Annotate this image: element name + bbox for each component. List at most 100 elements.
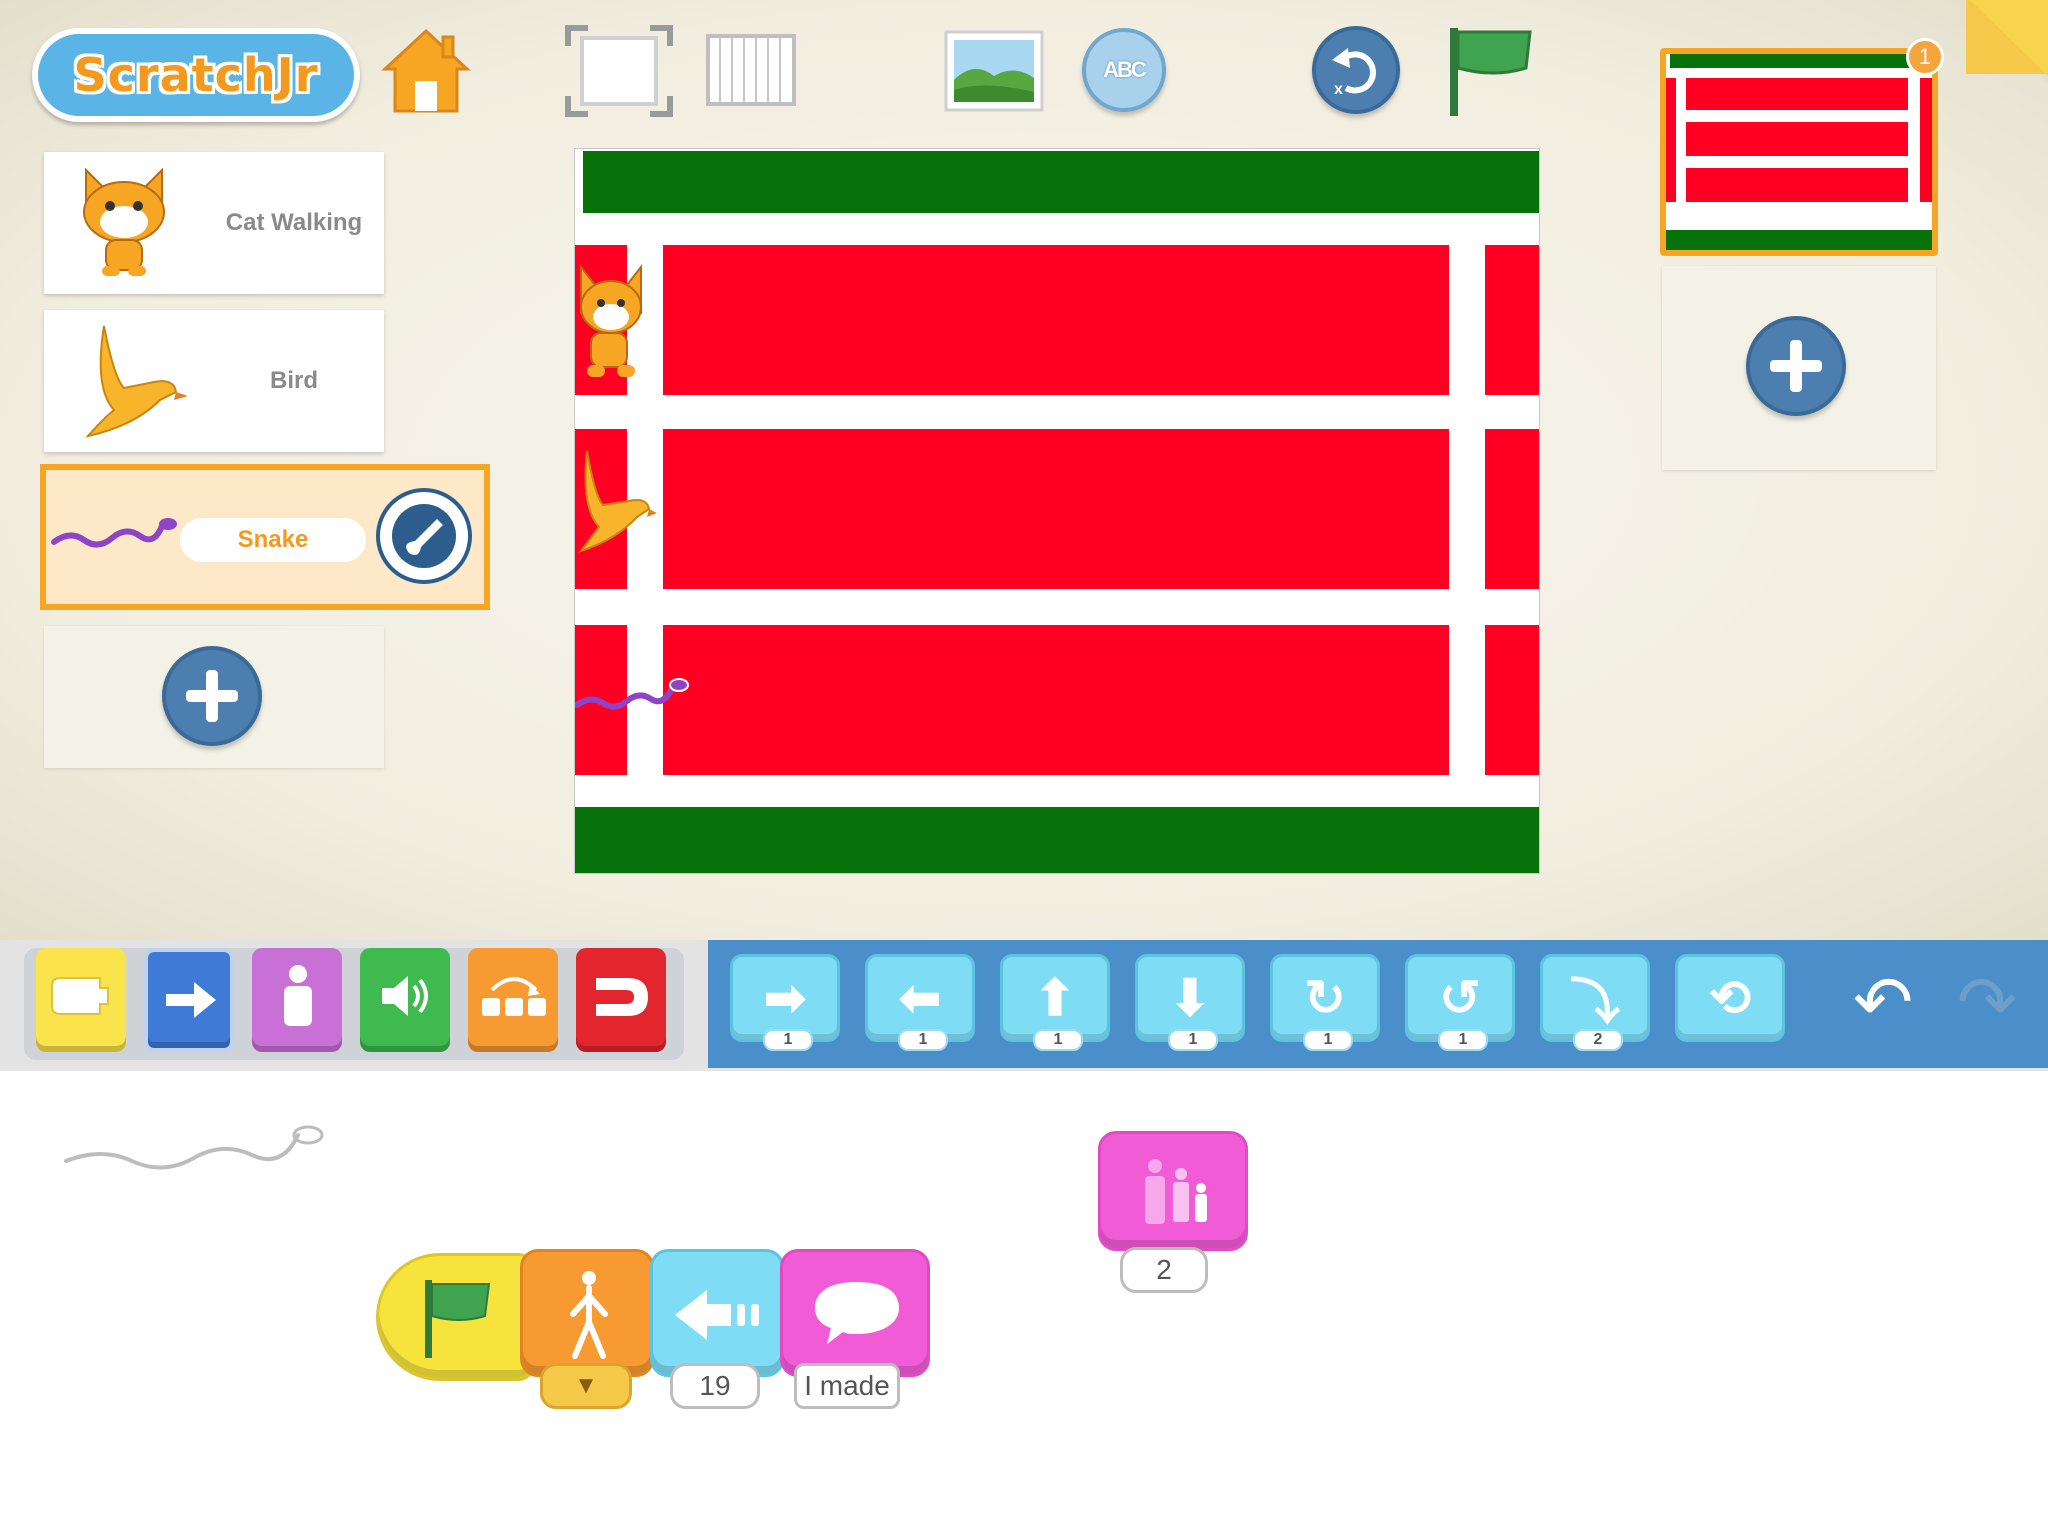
snake-icon (51, 518, 177, 548)
stage[interactable] (574, 148, 1540, 874)
grow-block[interactable] (1098, 1131, 1248, 1251)
add-page-button[interactable] (1746, 316, 1846, 416)
add-sprite-button[interactable] (162, 646, 262, 746)
person-icon (284, 965, 312, 1026)
speed-dropdown[interactable]: ▼ (540, 1363, 632, 1409)
stage-bird-sprite[interactable] (577, 447, 657, 557)
undo-button[interactable]: ↶ (1838, 954, 1928, 1050)
walking-person-icon (570, 1271, 608, 1359)
say-param[interactable]: I made (794, 1363, 900, 1409)
grow-param[interactable]: 2 (1120, 1247, 1208, 1293)
stage-snake-sprite[interactable] (575, 673, 695, 717)
change-background-button[interactable] (944, 30, 1044, 112)
stage-top-stripe (583, 151, 1539, 213)
reset-characters-button[interactable]: x (1312, 26, 1400, 114)
end-block-icon (596, 978, 648, 1016)
script-area[interactable]: 2 ▼ 19 I made (0, 1068, 2048, 1539)
arrow-right-icon (166, 982, 216, 1018)
turn-left-block[interactable]: ↺ 1 (1405, 954, 1515, 1051)
move-down-block[interactable]: ⬇ 1 (1135, 954, 1245, 1051)
sprite-card-cat[interactable]: Cat Walking (44, 152, 384, 294)
category-motion[interactable] (144, 948, 234, 1052)
block-param: 1 (1033, 1029, 1083, 1051)
green-flag-icon (425, 1280, 491, 1358)
go-home-block[interactable]: ⟲ (1675, 954, 1785, 1042)
stage-red-block (663, 245, 1449, 395)
category-triggering[interactable] (36, 948, 126, 1052)
grid-button[interactable] (706, 34, 796, 106)
category-looks[interactable] (252, 948, 342, 1052)
block-param: 2 (1573, 1029, 1623, 1051)
green-flag-start-block[interactable] (376, 1253, 536, 1381)
trigger-block-icon (51, 977, 109, 1015)
block-param: 1 (898, 1029, 948, 1051)
say-block[interactable] (780, 1249, 930, 1377)
home-button[interactable] (378, 22, 474, 118)
stage-editor-area: ScratchJr ABC x Cat Walking Bird Snake 1 (0, 0, 2048, 940)
redo-button[interactable]: ↷ (1942, 954, 2032, 1050)
presentation-mode-button[interactable] (564, 24, 674, 118)
change-background-icon (944, 30, 1044, 112)
paint-editor-button[interactable] (376, 488, 472, 584)
paintbrush-icon (392, 504, 456, 568)
move-left-block[interactable]: ⬅ 1 (865, 954, 975, 1051)
sprite-card-snake[interactable]: Snake (40, 464, 490, 610)
bird-icon (85, 325, 188, 438)
speech-bubble-icon (815, 1282, 899, 1344)
hop-block[interactable]: ⤵ 2 (1540, 954, 1650, 1051)
stage-red-block (1485, 625, 1539, 775)
move-down-icon: ⬇ (1169, 970, 1211, 1026)
category-bar (0, 940, 708, 1068)
page-thumbnail[interactable] (1660, 48, 1938, 256)
move-left-block[interactable] (650, 1249, 784, 1377)
control-icon (482, 977, 546, 1016)
corner-fold (1966, 0, 2048, 82)
block-palette: ➡ 1 ⬅ 1 ⬆ 1 ⬇ 1 ↻ 1 ↺ 1 ⤵ 2 ⟲ ↶ ↷ (708, 940, 2048, 1068)
svg-text:x: x (1334, 81, 1343, 98)
speaker-icon (382, 976, 428, 1016)
category-tray (24, 948, 684, 1060)
move-right-block[interactable]: ➡ 1 (730, 954, 840, 1051)
scratchjr-logo: ScratchJr (32, 28, 360, 122)
home-icon (381, 28, 471, 113)
add-text-button[interactable]: ABC (1082, 28, 1166, 112)
stage-red-block (1485, 429, 1539, 589)
go-home-icon: ⟲ (1709, 970, 1751, 1026)
category-sound[interactable] (360, 948, 450, 1052)
stage-red-block (1485, 245, 1539, 395)
reset-characters-icon: x (1332, 48, 1377, 98)
add-sprite-card (44, 626, 384, 768)
add-page-card (1662, 266, 1936, 470)
green-flag-button[interactable] (1446, 24, 1536, 120)
stage-red-block (663, 429, 1449, 589)
turn-left-icon: ↺ (1439, 970, 1481, 1026)
stage-cat-sprite[interactable] (577, 261, 647, 391)
move-left-icon (675, 1290, 759, 1340)
hop-icon: ⤵ (1570, 974, 1620, 1030)
move-right-icon: ➡ (764, 970, 806, 1026)
undo-icon: ↶ (1852, 963, 1914, 1043)
sprite-card-bird[interactable]: Bird (44, 310, 384, 452)
set-speed-block[interactable] (520, 1249, 654, 1377)
block-param: 1 (763, 1029, 813, 1051)
stage-red-block (663, 625, 1449, 775)
turn-right-icon: ↻ (1304, 970, 1346, 1026)
category-end[interactable] (576, 948, 666, 1052)
page-number-badge: 1 (1906, 38, 1944, 76)
turn-right-block[interactable]: ↻ 1 (1270, 954, 1380, 1051)
block-param: 1 (1168, 1029, 1218, 1051)
cat-icon (83, 167, 165, 276)
move-up-block[interactable]: ⬆ 1 (1000, 954, 1110, 1051)
logo-text: ScratchJr (73, 48, 319, 102)
grid-icon (706, 34, 796, 106)
category-control[interactable] (468, 948, 558, 1052)
move-left-param[interactable]: 19 (670, 1363, 760, 1409)
presentation-mode-icon (565, 25, 673, 117)
move-up-icon: ⬆ (1034, 970, 1076, 1026)
move-left-icon: ⬅ (899, 970, 941, 1026)
green-flag-icon (1450, 28, 1532, 116)
stage-bottom-stripe (575, 807, 1539, 873)
sprite-name-input[interactable]: Snake (180, 518, 366, 562)
block-param: 1 (1303, 1029, 1353, 1051)
sprite-name: Cat Walking (225, 209, 363, 236)
